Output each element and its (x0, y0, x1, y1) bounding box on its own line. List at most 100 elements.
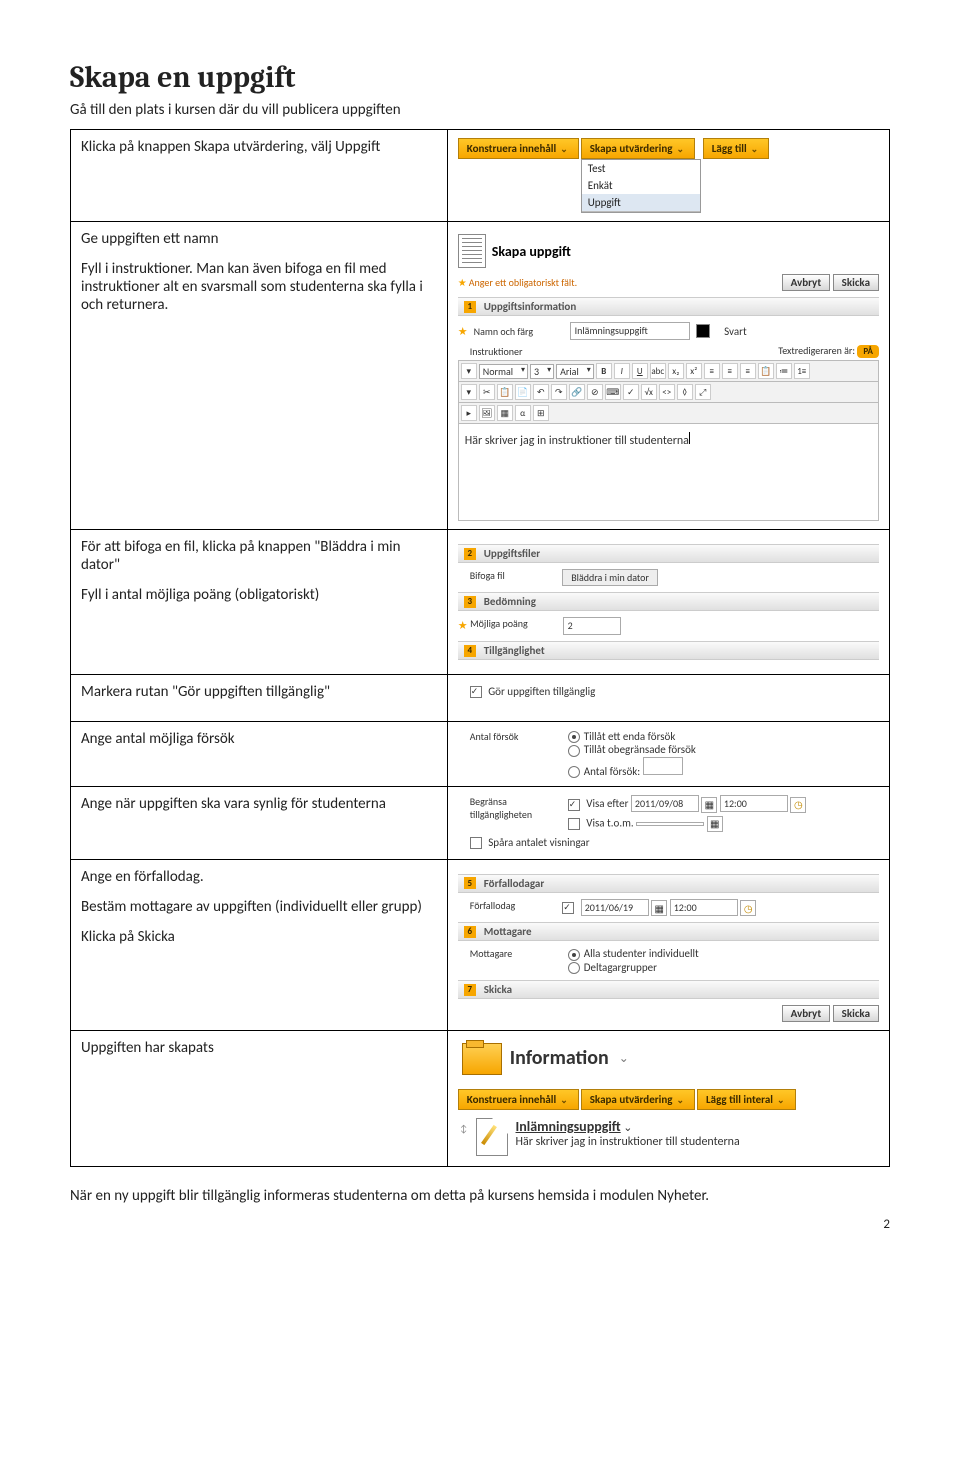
points-input[interactable]: 2 (563, 617, 621, 635)
points-label: Möjliga poäng (470, 617, 560, 630)
footer-text: När en ny uppgift blir tillgänglig infor… (70, 1187, 890, 1205)
construct-content-button[interactable]: Konstruera innehåll⌄ (458, 1089, 579, 1110)
page-number: 2 (70, 1217, 890, 1232)
section-submit: Skicka (458, 980, 879, 999)
until-date[interactable] (636, 822, 704, 826)
due-date[interactable]: 2011/06/19 (581, 899, 649, 916)
tries-input[interactable] (643, 757, 683, 775)
strike-button[interactable]: abc (650, 363, 666, 379)
rte-toolbar: ▾ Normal 3 Arial B I U abc x₂ x² ≡ ≡ ≡ 📋… (458, 360, 879, 382)
rte-toolbar-3: ▸🖼▦α⊞ (458, 403, 879, 424)
avail-label: Gör uppgiften tillgänglig (488, 685, 595, 698)
chevron-icon[interactable]: ⌄ (623, 1121, 632, 1134)
format-select[interactable]: Normal (479, 364, 528, 379)
section-rcpt: Mottagare (458, 922, 879, 941)
due-label: Förfallodag (470, 899, 560, 912)
section-info: Uppgiftsinformation (458, 297, 879, 316)
instr-label: Instruktioner (470, 345, 560, 358)
track-checkbox[interactable] (470, 837, 482, 849)
r1-left: Klicka på knappen Skapa utvärdering, väl… (71, 130, 448, 222)
menu-bar: Konstruera innehåll⌄ Skapa utvärdering⌄ … (458, 138, 879, 213)
ul-button[interactable]: ≔ (776, 363, 792, 379)
due-time[interactable]: 12:00 (670, 899, 738, 916)
until-checkbox[interactable] (568, 818, 580, 830)
paste-button[interactable]: 📋 (758, 363, 774, 379)
clock-icon[interactable]: ◷ (790, 797, 806, 813)
create-eval-dropdown: Test Enkät Uppgift (581, 159, 701, 213)
mandatory-note: ★ Anger ett obligatoriskt fält. (458, 276, 577, 289)
section-eval: Bedömning (458, 592, 879, 611)
color-label: Svart (724, 325, 747, 338)
rcpt-label: Mottagare (470, 947, 560, 974)
add-button[interactable]: Lägg till⌄ (703, 138, 769, 159)
chevron-icon[interactable]: ⌄ (619, 1051, 629, 1066)
r4-left: Markera rutan "Gör uppgiften tillgänglig… (71, 675, 448, 722)
clock-icon[interactable]: ◷ (740, 900, 756, 916)
r6-left: Ange när uppgiften ska vara synlig för s… (71, 787, 448, 860)
attach-label: Bifoga fil (470, 569, 560, 582)
submit-button[interactable]: Skicka (833, 1005, 879, 1022)
calendar-icon[interactable]: ▦ (651, 900, 667, 916)
cancel-button[interactable]: Avbryt (782, 1005, 831, 1022)
rcpt-radio-indiv[interactable] (568, 949, 580, 961)
editor-toggle[interactable]: PÅ (857, 345, 879, 358)
section-due: Förfallodagar (458, 874, 879, 893)
font-select[interactable]: Arial (556, 364, 594, 379)
due-checkbox[interactable] (562, 902, 574, 914)
information-heading: Information (510, 1046, 609, 1070)
rte-toolbar-2: ▾ ✂📋📄 ↶↷ 🔗⊘ ⌨✓ √x<>◊ ⤢ (458, 382, 879, 403)
create-eval-button[interactable]: Skapa utvärdering⌄ (581, 138, 695, 159)
submit-button[interactable]: Skicka (833, 274, 879, 291)
after-checkbox[interactable] (568, 799, 580, 811)
track-label: Spåra antalet visningar (488, 836, 589, 849)
assignment-link[interactable]: Inlämningsuppgift (516, 1118, 621, 1135)
drag-handle[interactable]: ↕ (460, 1118, 468, 1135)
ol-button[interactable]: 1≡ (794, 363, 810, 379)
rte-textarea[interactable]: Här skriver jag in instruktioner till st… (458, 424, 879, 521)
browse-button[interactable]: Bläddra i min dator (562, 569, 658, 586)
content-toolbar: Konstruera innehåll⌄ Skapa utvärdering⌄ … (458, 1089, 879, 1110)
create-eval-button[interactable]: Skapa utvärdering⌄ (581, 1089, 695, 1110)
name-label: Namn och färg (474, 325, 564, 338)
name-input[interactable]: Inlämningsuppgift (570, 322, 690, 340)
tries-radio-count[interactable] (568, 766, 580, 778)
italic-button[interactable]: I (614, 363, 630, 379)
sup-button[interactable]: x² (686, 363, 702, 379)
after-date[interactable]: 2011/09/08 (631, 795, 699, 812)
calendar-icon[interactable]: ▦ (701, 797, 717, 813)
menu-item-enkat[interactable]: Enkät (582, 177, 700, 194)
align-center-button[interactable]: ≡ (722, 363, 738, 379)
limit-label: Begränsa tillgängligheten (470, 795, 560, 831)
folder-icon (462, 1043, 500, 1073)
assignment-desc: Här skriver jag in instruktioner till st… (516, 1135, 740, 1149)
underline-button[interactable]: U (632, 363, 648, 379)
add-interaction-button[interactable]: Lägg till interal⌄ (697, 1089, 796, 1110)
r3-left: För att bifoga en fil, klicka på knappen… (71, 530, 448, 675)
r2-left: Ge uppgiften ett namn Fyll i instruktion… (71, 222, 448, 530)
sub-button[interactable]: x₂ (668, 363, 684, 379)
cancel-button[interactable]: Avbryt (782, 274, 831, 291)
avail-checkbox[interactable] (470, 686, 482, 698)
assignment-icon (476, 1118, 508, 1156)
form-title: Skapa uppgift (492, 243, 571, 260)
calendar-icon[interactable]: ▦ (707, 816, 723, 832)
bold-button[interactable]: B (596, 363, 612, 379)
r5-left: Ange antal möjliga försök (71, 722, 448, 787)
r8-left: Uppgiften har skapats (71, 1031, 448, 1167)
subtitle: Gå till den plats i kursen där du vill p… (70, 101, 890, 119)
section-files: Uppgiftsfiler (458, 544, 879, 563)
construct-content-button[interactable]: Konstruera innehåll⌄ (458, 138, 579, 159)
menu-item-uppgift[interactable]: Uppgift (582, 194, 700, 212)
tries-radio-unlimited[interactable] (568, 745, 580, 757)
form-icon (458, 234, 486, 268)
size-select[interactable]: 3 (530, 364, 554, 379)
tries-label: Antal försök (470, 730, 560, 778)
tries-radio-single[interactable] (568, 731, 580, 743)
align-right-button[interactable]: ≡ (740, 363, 756, 379)
menu-item-test[interactable]: Test (582, 160, 700, 177)
after-time[interactable]: 12:00 (720, 795, 788, 812)
color-picker[interactable] (696, 324, 710, 338)
r7-left: Ange en förfallodag. Bestäm mottagare av… (71, 859, 448, 1030)
align-left-button[interactable]: ≡ (704, 363, 720, 379)
rcpt-radio-groups[interactable] (568, 962, 580, 974)
